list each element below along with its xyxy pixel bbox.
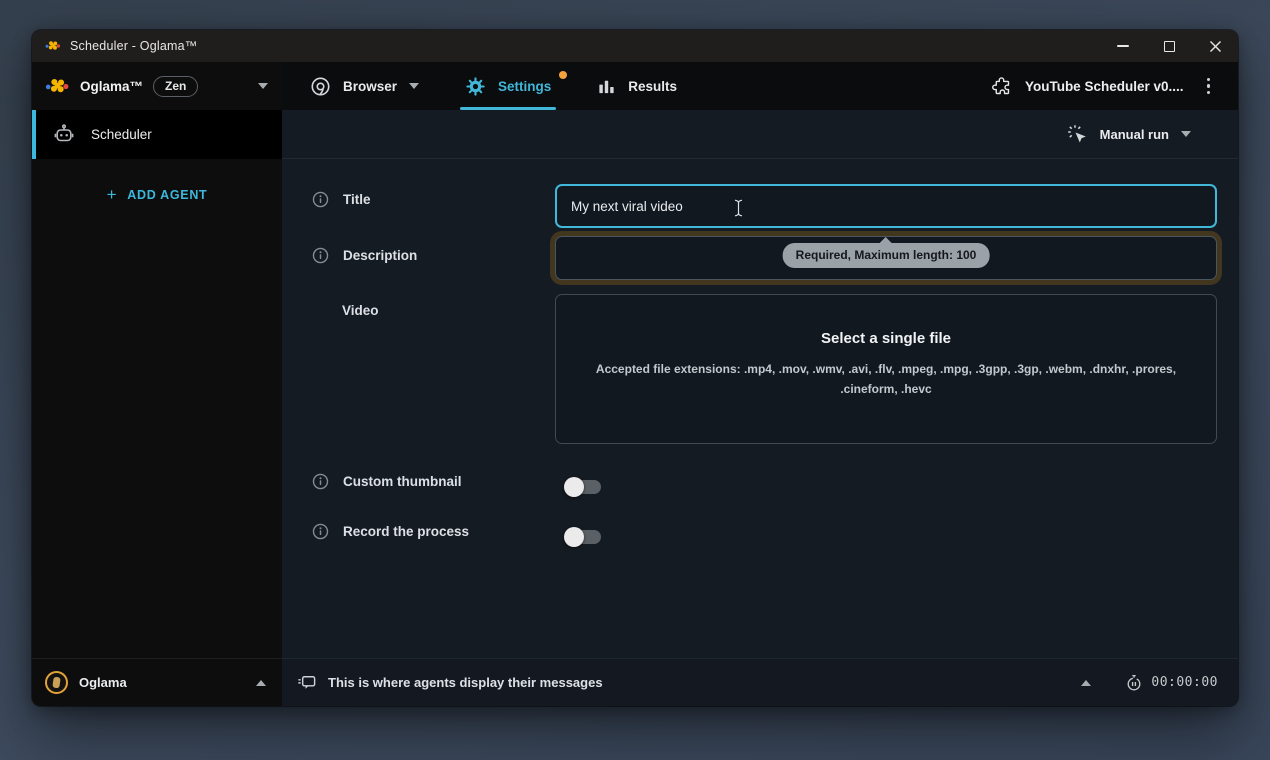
settings-form: Title My next viral video Description [282,159,1238,658]
record-process-label-text: Record the process [343,524,469,539]
description-field-label: Description [312,245,417,265]
video-field-label: Video [342,300,379,320]
close-icon [1209,40,1222,53]
tab-settings-label: Settings [498,79,551,94]
titlebar: Scheduler - Oglama™ [32,30,1238,62]
plugin-puzzle-icon [991,76,1012,97]
bar-chart-icon [597,77,616,96]
custom-thumbnail-label: Custom thumbnail [312,471,462,491]
workspace-chevron-down-icon [258,83,268,89]
main-panel: Browser [282,62,1238,706]
agent-message-bar: This is where agents display their messa… [282,658,1238,706]
record-process-label: Record the process [312,521,469,541]
run-mode-chevron-down-icon[interactable] [1181,131,1191,137]
plugin-name: YouTube Scheduler v0.... [1025,79,1184,94]
title-input-value: My next viral video [571,199,683,214]
info-icon[interactable] [312,523,329,540]
app-logo-icon [45,39,61,53]
close-button[interactable] [1192,30,1238,62]
account-chevron-up-icon [256,680,266,686]
plus-icon: + [107,186,118,203]
robot-icon [52,123,76,147]
run-timer: 00:00:00 [1151,675,1218,690]
add-agent-button[interactable]: + ADD AGENT [107,186,208,203]
add-agent-label: ADD AGENT [127,188,207,202]
tab-browser-label: Browser [343,79,397,94]
tab-browser[interactable]: Browser [310,62,419,110]
account-name: Oglama [79,675,127,690]
manual-run-cursor-icon [1066,123,1088,145]
validation-tooltip: Required, Maximum length: 100 [783,243,990,268]
maximize-icon [1164,41,1175,52]
run-mode-label: Manual run [1100,127,1169,142]
video-label-text: Video [342,303,379,318]
custom-thumbnail-toggle[interactable] [564,475,604,499]
tab-results-label: Results [628,79,677,94]
description-label-text: Description [343,248,417,263]
custom-thumbnail-label-text: Custom thumbnail [343,474,462,489]
toggle-knob [564,527,584,547]
account-menu[interactable]: Oglama [32,658,282,706]
title-field-label: Title [312,189,371,209]
gear-icon [465,76,486,97]
maximize-button[interactable] [1146,30,1192,62]
title-label-text: Title [343,192,371,207]
workspace-switcher[interactable]: Oglama™ Zen [32,62,282,110]
sidebar-item-scheduler[interactable]: Scheduler [32,110,282,159]
info-icon[interactable] [312,191,329,208]
file-extensions-hint: Accepted file extensions: .mp4, .mov, .w… [572,360,1200,400]
expand-log-chevron-up-icon[interactable] [1081,680,1091,686]
file-select-cta: Select a single file [821,330,951,347]
tab-settings[interactable]: Settings [465,62,551,110]
avatar [45,671,68,694]
minimize-icon [1117,45,1129,47]
chat-icon [296,672,317,693]
info-icon[interactable] [312,473,329,490]
tab-results[interactable]: Results [597,62,677,110]
brand-name: Oglama™ [80,79,143,94]
overflow-menu-button[interactable] [1197,74,1221,99]
window-title: Scheduler - Oglama™ [70,39,197,53]
record-process-toggle[interactable] [564,525,604,549]
browser-icon [310,76,331,97]
stopwatch-icon [1125,674,1143,692]
run-bar: Manual run [282,110,1238,159]
info-icon[interactable] [312,247,329,264]
settings-notification-dot [559,71,567,79]
sidebar-item-label: Scheduler [91,127,152,142]
oglama-logo-icon [45,76,70,97]
tabbar: Browser [282,62,1238,110]
minimize-button[interactable] [1100,30,1146,62]
app-window: Scheduler - Oglama™ Oglama™ [32,30,1238,706]
sidebar: Oglama™ Zen Scheduler + ADD AGENT [32,62,282,706]
browser-chevron-down-icon [409,83,419,89]
plan-badge: Zen [153,76,198,97]
text-cursor-icon [733,199,744,217]
agent-message-text: This is where agents display their messa… [328,675,603,690]
title-input[interactable]: My next viral video [555,184,1217,228]
toggle-knob [564,477,584,497]
video-file-dropzone[interactable]: Select a single file Accepted file exten… [555,294,1217,444]
